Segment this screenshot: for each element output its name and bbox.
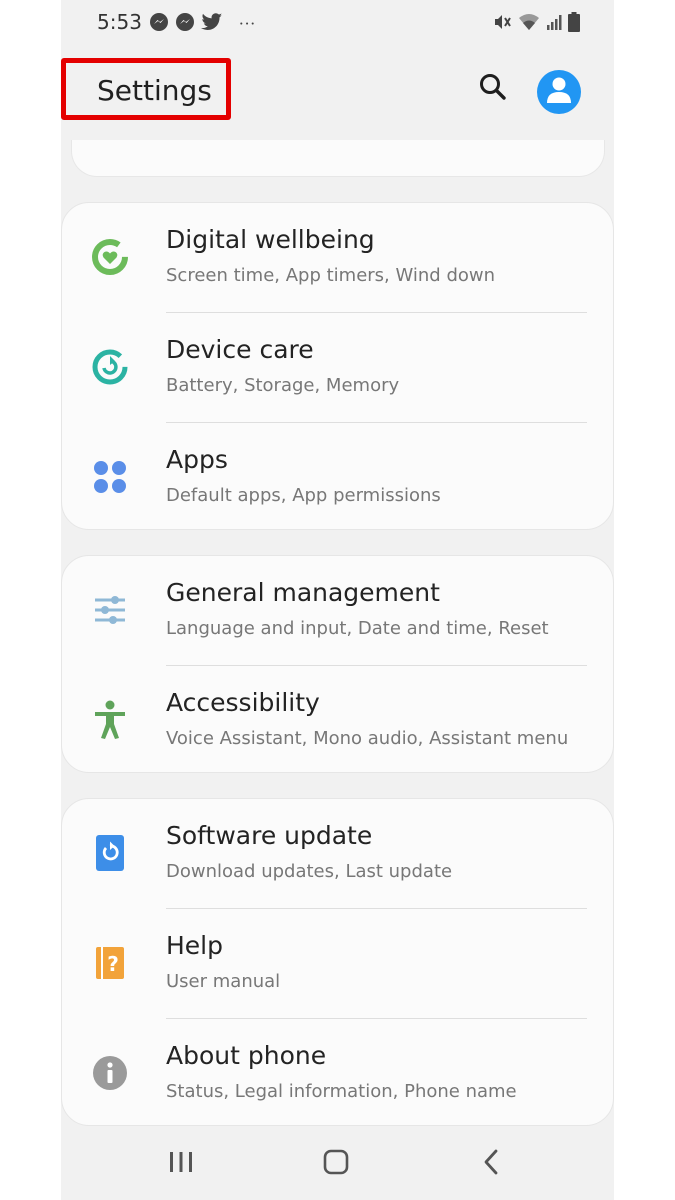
setting-description: Default apps, App permissions [166, 485, 441, 506]
recent-apps-button[interactable] [161, 1148, 201, 1180]
accessibility-icon [90, 700, 130, 740]
messenger-icon [149, 12, 169, 36]
settings-group-2: General management Language and input, D… [61, 555, 614, 773]
back-icon [481, 1149, 501, 1179]
home-button[interactable] [316, 1148, 356, 1180]
navigation-bar [61, 1128, 614, 1200]
setting-description: Screen time, App timers, Wind down [166, 265, 496, 286]
digital-wellbeing-icon [90, 237, 130, 277]
setting-item-digital-wellbeing[interactable]: Digital wellbeing Screen time, App timer… [62, 203, 613, 313]
setting-label: General management [166, 578, 440, 607]
setting-item-accessibility[interactable]: Accessibility Voice Assistant, Mono audi… [62, 666, 613, 776]
setting-label: Help [166, 931, 223, 960]
software-update-icon [90, 833, 130, 873]
account-avatar-button[interactable] [537, 70, 581, 114]
setting-label: Accessibility [166, 688, 320, 717]
twitter-icon [201, 12, 223, 36]
setting-item-device-care[interactable]: Device care Battery, Storage, Memory [62, 313, 613, 423]
setting-description: Download updates, Last update [166, 861, 453, 882]
setting-item-software-update[interactable]: Software update Download updates, Last u… [62, 799, 613, 909]
setting-description: User manual [166, 971, 281, 992]
app-header: Settings [61, 48, 614, 144]
person-icon [546, 76, 572, 108]
search-icon [478, 72, 508, 106]
settings-group-1: Digital wellbeing Screen time, App timer… [61, 202, 614, 530]
setting-item-apps[interactable]: Apps Default apps, App permissions [62, 423, 613, 533]
battery-icon [568, 12, 580, 36]
previous-group-card [71, 140, 605, 177]
phone-screen: 5:53 ··· Settings Digital wellbeing Scre… [61, 0, 614, 1200]
general-management-icon [90, 590, 130, 630]
setting-item-about-phone[interactable]: About phone Status, Legal information, P… [62, 1019, 613, 1129]
setting-label: Device care [166, 335, 314, 364]
status-time: 5:53 [97, 10, 142, 34]
messenger-icon [175, 12, 195, 36]
wifi-icon [518, 13, 540, 35]
device-care-icon [90, 347, 130, 387]
more-notifications: ··· [239, 13, 257, 35]
setting-description: Voice Assistant, Mono audio, Assistant m… [166, 728, 569, 749]
back-button[interactable] [471, 1148, 511, 1180]
setting-label: Digital wellbeing [166, 225, 375, 254]
setting-description: Battery, Storage, Memory [166, 375, 400, 396]
home-icon [322, 1148, 350, 1180]
signal-icon [546, 14, 562, 34]
info-icon [90, 1053, 130, 1093]
help-icon: ? [90, 943, 130, 983]
svg-text:?: ? [107, 952, 119, 976]
setting-label: Software update [166, 821, 373, 850]
mute-icon [492, 12, 512, 36]
page-title: Settings [97, 74, 212, 107]
setting-item-help[interactable]: ? Help User manual [62, 909, 613, 1019]
setting-item-general-management[interactable]: General management Language and input, D… [62, 556, 613, 666]
search-button[interactable] [474, 70, 512, 108]
recent-apps-icon [168, 1150, 194, 1178]
setting-description: Status, Legal information, Phone name [166, 1081, 517, 1102]
setting-description: Language and input, Date and time, Reset [166, 618, 549, 639]
setting-label: Apps [166, 445, 228, 474]
apps-icon [90, 457, 130, 497]
status-bar: 5:53 ··· [61, 0, 614, 48]
setting-label: About phone [166, 1041, 327, 1070]
settings-group-3: Software update Download updates, Last u… [61, 798, 614, 1126]
